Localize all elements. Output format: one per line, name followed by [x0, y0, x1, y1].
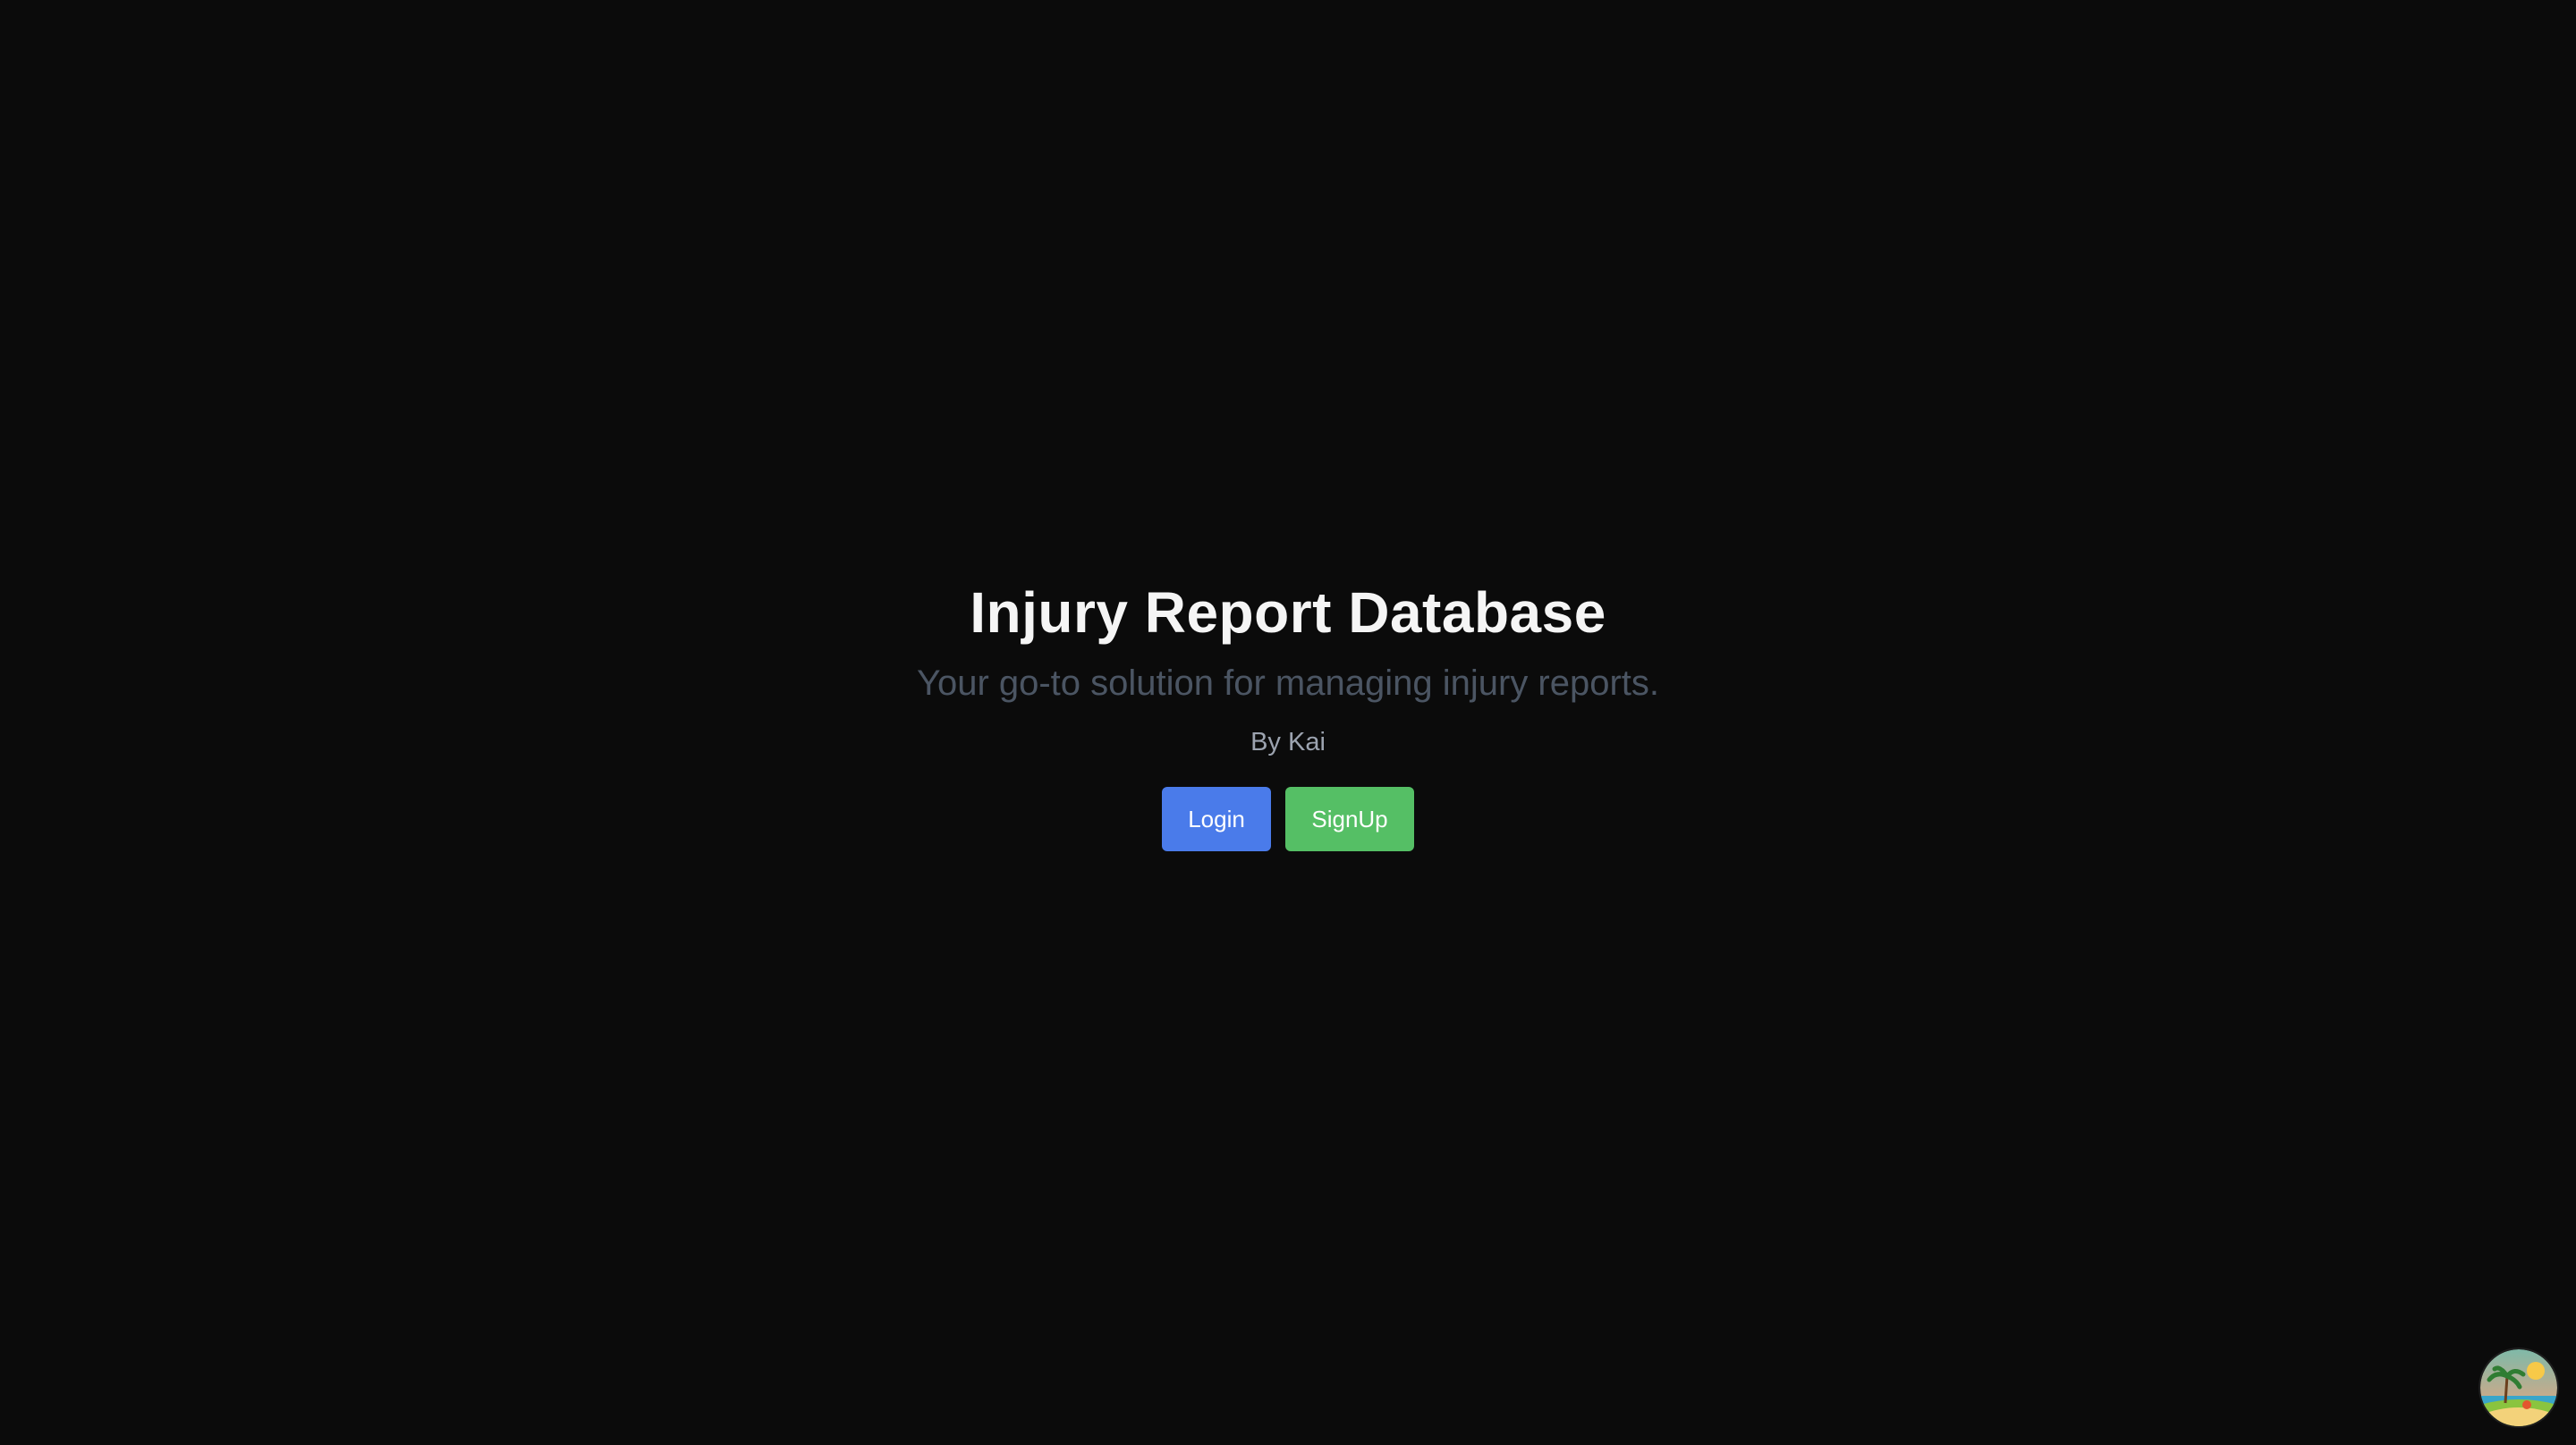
tropical-beach-avatar-icon: [2480, 1349, 2557, 1426]
signup-button[interactable]: SignUp: [1285, 787, 1414, 851]
page-subtitle: Your go-to solution for managing injury …: [916, 663, 1660, 703]
auth-buttons: Login SignUp: [0, 787, 2576, 851]
hero-section: Injury Report Database Your go-to soluti…: [0, 572, 2576, 851]
page-title: Injury Report Database: [970, 580, 1606, 645]
user-avatar[interactable]: [2480, 1349, 2557, 1426]
author-byline: By Kai: [1250, 728, 1326, 756]
landing-page: Injury Report Database Your go-to soluti…: [0, 0, 2576, 1445]
login-button[interactable]: Login: [1162, 787, 1271, 851]
